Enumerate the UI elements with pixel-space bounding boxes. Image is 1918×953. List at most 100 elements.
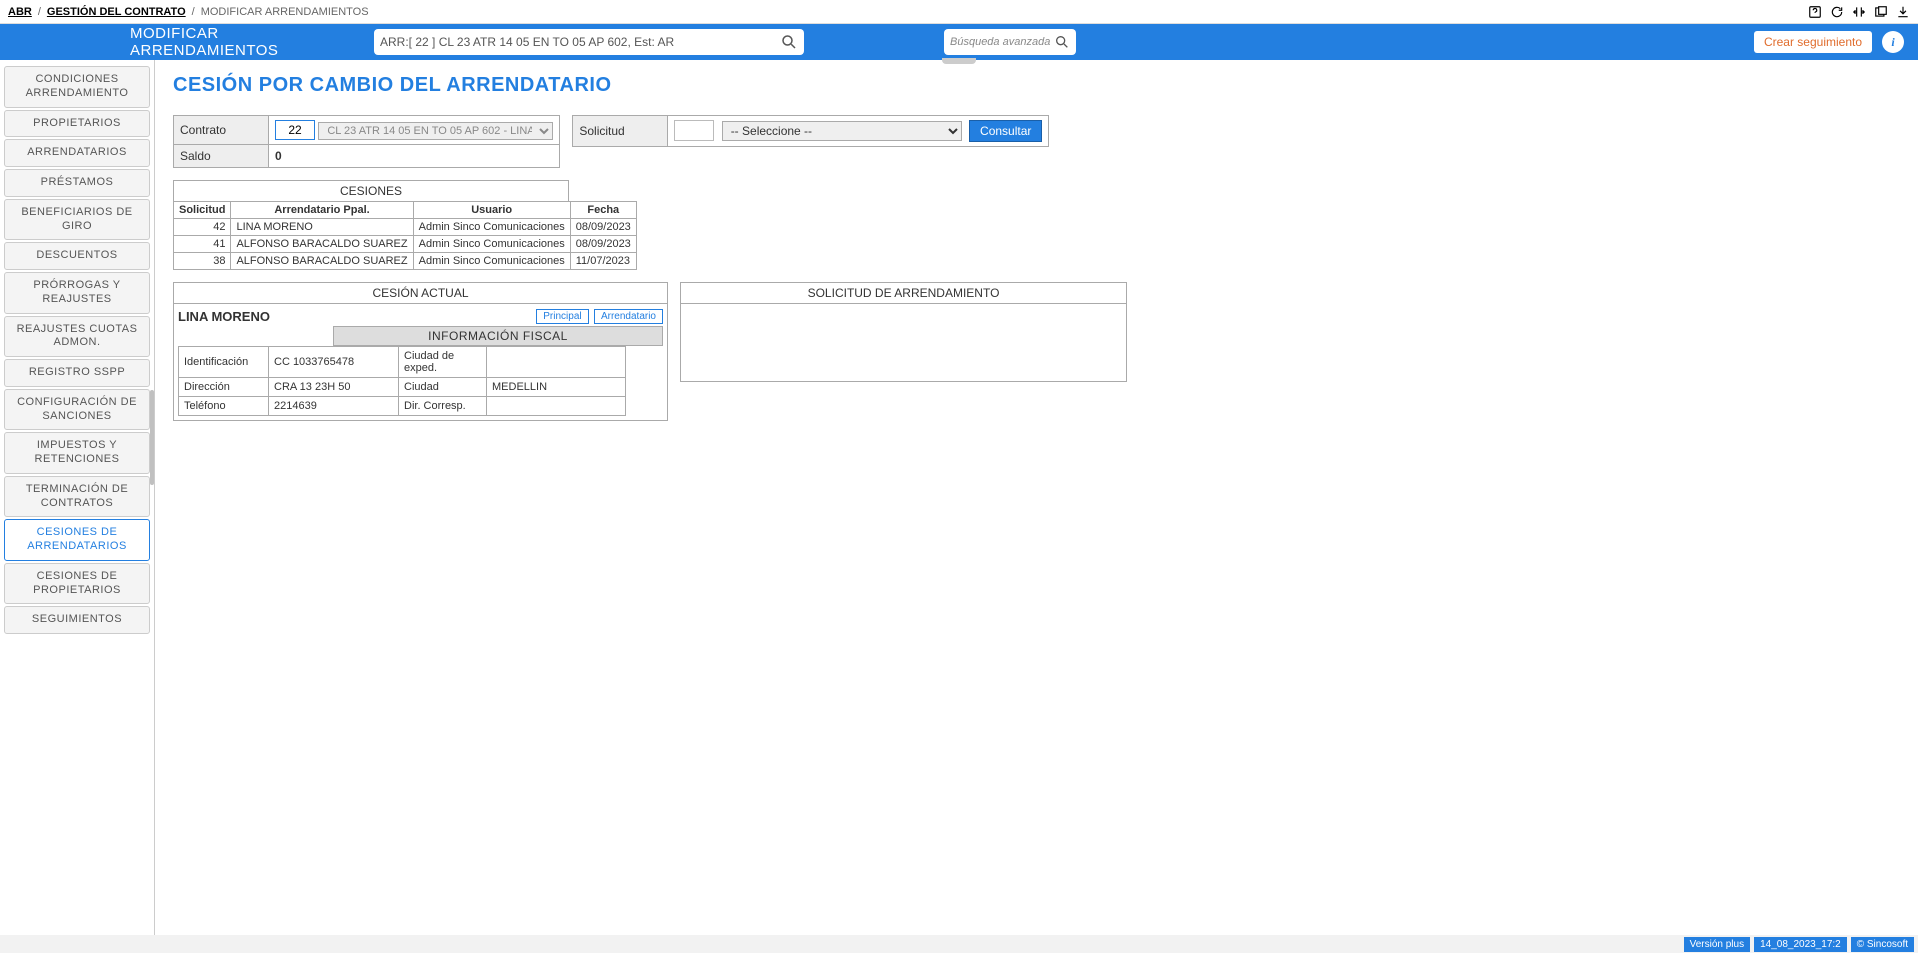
breadcrumb-sep: / xyxy=(192,6,195,18)
cesiones-table: Solicitud Arrendatario Ppal. Usuario Fec… xyxy=(173,201,637,270)
col-solicitud: Solicitud xyxy=(174,202,231,219)
sidebar-item-1[interactable]: PROPIETARIOS xyxy=(4,110,150,138)
cesiones-panel: CESIONES Solicitud Arrendatario Ppal. Us… xyxy=(173,180,637,270)
dir-value: CRA 13 23H 50 xyxy=(269,378,399,397)
cell-sol: 42 xyxy=(174,219,231,236)
contrato-desc-select[interactable]: CL 23 ATR 14 05 EN TO 05 AP 602 - LINA M… xyxy=(318,122,553,140)
cesion-actual-name: LINA MORENO xyxy=(178,309,526,324)
banner: MODIFICAR ARRENDAMIENTOS Búsqueda avanza… xyxy=(0,24,1918,60)
sidebar: CONDICIONES ARRENDAMIENTOPROPIETARIOSARR… xyxy=(0,60,155,935)
advanced-search-label: Búsqueda avanzada xyxy=(950,36,1050,48)
col-usuario: Usuario xyxy=(413,202,570,219)
fiscal-table: Identificación CC 1033765478 Ciudad de e… xyxy=(178,346,626,416)
info-icon[interactable]: i xyxy=(1882,31,1904,53)
principal-button[interactable]: Principal xyxy=(536,309,588,324)
contrato-cell: CL 23 ATR 14 05 EN TO 05 AP 602 - LINA M… xyxy=(269,116,560,145)
popout-icon[interactable] xyxy=(1874,5,1888,19)
ident-label: Identificación xyxy=(179,347,269,378)
cell-arr: ALFONSO BARACALDO SUAREZ xyxy=(231,236,413,253)
sidebar-item-0[interactable]: CONDICIONES ARRENDAMIENTO xyxy=(4,66,150,108)
sidebar-item-7[interactable]: REAJUSTES CUOTAS ADMON. xyxy=(4,316,150,358)
breadcrumb-mid[interactable]: GESTIÓN DEL CONTRATO xyxy=(47,6,186,18)
ident-value: CC 1033765478 xyxy=(269,347,399,378)
top-icon-bar xyxy=(1808,5,1910,19)
banner-right: Crear seguimiento i xyxy=(1754,31,1904,53)
search-input[interactable] xyxy=(380,35,780,49)
content: CESIÓN POR CAMBIO DEL ARRENDATARIO Contr… xyxy=(155,60,1918,935)
ciudad-label: Ciudad xyxy=(399,378,487,397)
ciudad-value: MEDELLIN xyxy=(487,378,626,397)
sidebar-item-2[interactable]: ARRENDATARIOS xyxy=(4,139,150,167)
pill-buttons: Principal Arrendatario xyxy=(534,308,663,324)
sidebar-item-9[interactable]: CONFIGURACIÓN DE SANCIONES xyxy=(4,389,150,431)
table-row[interactable]: 41ALFONSO BARACALDO SUAREZAdmin Sinco Co… xyxy=(174,236,637,253)
solicitud-select[interactable]: -- Seleccione -- xyxy=(722,121,962,141)
solicitud-arr-panel: SOLICITUD DE ARRENDAMIENTO xyxy=(680,282,1127,382)
sidebar-item-4[interactable]: BENEFICIARIOS DE GIRO xyxy=(4,199,150,241)
sidebar-item-13[interactable]: CESIONES DE PROPIETARIOS xyxy=(4,563,150,605)
table-row[interactable]: 38ALFONSO BARACALDO SUAREZAdmin Sinco Co… xyxy=(174,253,637,270)
create-followup-button[interactable]: Crear seguimiento xyxy=(1754,31,1872,53)
footer-version: Versión plus xyxy=(1684,937,1750,952)
ciudad-exp-label: Ciudad de exped. xyxy=(399,347,487,378)
saldo-label: Saldo xyxy=(174,145,269,168)
banner-title: MODIFICAR ARRENDAMIENTOS xyxy=(14,25,334,59)
breadcrumb: ABR / GESTIÓN DEL CONTRATO / MODIFICAR A… xyxy=(8,6,369,18)
breadcrumb-root[interactable]: ABR xyxy=(8,6,32,18)
cell-usr: Admin Sinco Comunicaciones xyxy=(413,236,570,253)
sidebar-item-10[interactable]: IMPUESTOS Y RETENCIONES xyxy=(4,432,150,474)
corr-label: Dir. Corresp. xyxy=(399,397,487,416)
cesion-actual-title: CESIÓN ACTUAL xyxy=(173,282,668,304)
sidebar-item-8[interactable]: REGISTRO SSPP xyxy=(4,359,150,387)
search-icon[interactable] xyxy=(780,33,798,51)
breadcrumb-current: MODIFICAR ARRENDAMIENTOS xyxy=(201,6,369,18)
detail-row: CESIÓN ACTUAL LINA MORENO Principal Arre… xyxy=(173,282,1900,421)
sidebar-item-6[interactable]: PRÓRROGAS Y REAJUSTES xyxy=(4,272,150,314)
tel-value: 2214639 xyxy=(269,397,399,416)
help-icon[interactable] xyxy=(1808,5,1822,19)
search-box[interactable] xyxy=(374,29,804,55)
scrollbar-thumb[interactable] xyxy=(150,390,154,485)
advanced-search[interactable]: Búsqueda avanzada xyxy=(944,29,1076,55)
solicitud-cell: -- Seleccione -- Consultar xyxy=(668,116,1049,147)
sidebar-item-3[interactable]: PRÉSTAMOS xyxy=(4,169,150,197)
solicitud-label: Solicitud xyxy=(573,116,668,147)
table-row[interactable]: 42LINA MORENOAdmin Sinco Comunicaciones0… xyxy=(174,219,637,236)
cell-fec: 08/09/2023 xyxy=(570,236,636,253)
breadcrumb-bar: ABR / GESTIÓN DEL CONTRATO / MODIFICAR A… xyxy=(0,0,1918,24)
split-icon[interactable] xyxy=(1852,5,1866,19)
cesion-actual-body: LINA MORENO Principal Arrendatario INFOR… xyxy=(173,304,668,421)
tel-label: Teléfono xyxy=(179,397,269,416)
cell-fec: 11/07/2023 xyxy=(570,253,636,270)
contrato-code-input[interactable] xyxy=(275,120,315,140)
col-arrendatario: Arrendatario Ppal. xyxy=(231,202,413,219)
arrendatario-button[interactable]: Arrendatario xyxy=(594,309,663,324)
col-fecha: Fecha xyxy=(570,202,636,219)
consultar-button[interactable]: Consultar xyxy=(969,120,1042,142)
cell-arr: ALFONSO BARACALDO SUAREZ xyxy=(231,253,413,270)
layout: CONDICIONES ARRENDAMIENTOPROPIETARIOSARR… xyxy=(0,60,1918,935)
cell-fec: 08/09/2023 xyxy=(570,219,636,236)
cell-usr: Admin Sinco Comunicaciones xyxy=(413,219,570,236)
cesiones-title: CESIONES xyxy=(173,180,569,201)
download-icon[interactable] xyxy=(1896,5,1910,19)
sidebar-item-14[interactable]: SEGUIMIENTOS xyxy=(4,606,150,634)
dir-label: Dirección xyxy=(179,378,269,397)
solicitud-input[interactable] xyxy=(674,120,714,141)
cesion-actual-panel: CESIÓN ACTUAL LINA MORENO Principal Arre… xyxy=(173,282,668,421)
ciudad-exp-value xyxy=(487,347,626,378)
solicitud-arr-body xyxy=(680,304,1127,382)
reload-icon[interactable] xyxy=(1830,5,1844,19)
sidebar-item-11[interactable]: TERMINACIÓN DE CONTRATOS xyxy=(4,476,150,518)
cell-usr: Admin Sinco Comunicaciones xyxy=(413,253,570,270)
cesion-actual-header: LINA MORENO Principal Arrendatario xyxy=(178,308,663,324)
corr-value xyxy=(487,397,626,416)
sidebar-item-5[interactable]: DESCUENTOS xyxy=(4,242,150,270)
breadcrumb-sep: / xyxy=(38,6,41,18)
fiscal-title: INFORMACIÓN FISCAL xyxy=(333,326,663,346)
sidebar-item-12[interactable]: CESIONES DE ARRENDATARIOS xyxy=(4,519,150,561)
solicitud-panel: Solicitud -- Seleccione -- Consultar xyxy=(572,115,1049,147)
solicitud-arr-title: SOLICITUD DE ARRENDAMIENTO xyxy=(680,282,1127,304)
cell-arr: LINA MORENO xyxy=(231,219,413,236)
form-row: Contrato CL 23 ATR 14 05 EN TO 05 AP 602… xyxy=(173,115,1900,168)
